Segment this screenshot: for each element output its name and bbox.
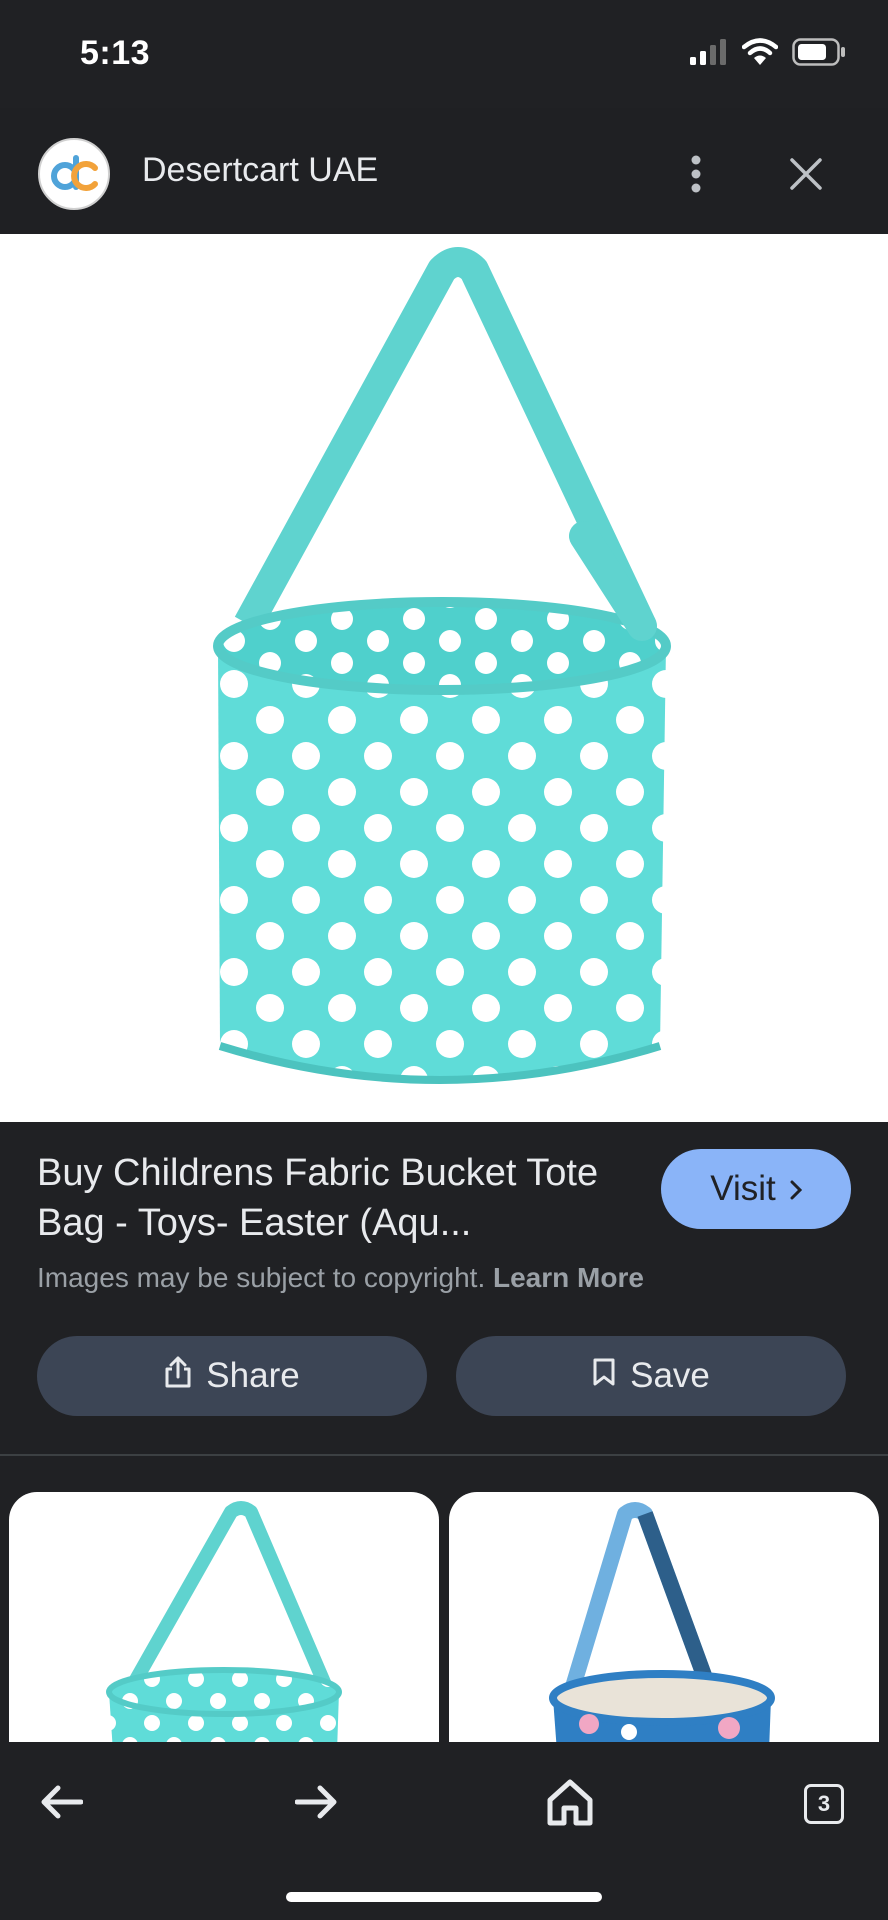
tabs-button[interactable]: 3 — [792, 1772, 856, 1836]
save-button[interactable]: Save — [456, 1336, 846, 1416]
chevron-right-icon — [790, 1169, 802, 1209]
forward-button[interactable] — [284, 1772, 348, 1836]
learn-more-link[interactable]: Learn More — [493, 1262, 644, 1293]
result-title[interactable]: Buy Childrens Fabric Bucket Tote Bag - T… — [37, 1148, 627, 1248]
share-icon — [164, 1355, 192, 1398]
back-arrow-icon — [41, 1785, 84, 1824]
site-header: Desertcart UAE — [0, 108, 888, 234]
status-time: 5:13 — [80, 34, 151, 72]
share-label: Share — [206, 1356, 300, 1395]
more-vert-icon — [690, 154, 702, 199]
site-logo[interactable] — [38, 138, 110, 210]
forward-arrow-icon — [294, 1785, 337, 1824]
battery-icon — [792, 38, 846, 71]
related-image-card[interactable] — [449, 1492, 879, 1742]
status-bar: 5:13 — [0, 0, 888, 108]
home-indicator[interactable] — [286, 1892, 602, 1902]
close-icon — [789, 157, 823, 196]
back-button[interactable] — [30, 1772, 94, 1836]
divider — [0, 1454, 888, 1456]
cellular-signal-icon — [690, 39, 728, 70]
close-button[interactable] — [782, 152, 830, 200]
wifi-icon — [741, 38, 779, 71]
status-icons — [690, 38, 846, 71]
bookmark-icon — [592, 1356, 616, 1396]
share-button[interactable]: Share — [37, 1336, 427, 1416]
visit-button[interactable]: Visit — [661, 1149, 851, 1229]
visit-label: Visit — [710, 1169, 776, 1208]
related-image-card[interactable] — [9, 1492, 439, 1742]
site-name[interactable]: Desertcart UAE — [142, 151, 378, 190]
tabs-icon: 3 — [804, 1784, 844, 1824]
copyright-notice: Images may be subject to copyright. Lear… — [37, 1262, 644, 1294]
home-icon — [546, 1778, 594, 1831]
home-button[interactable] — [538, 1772, 602, 1836]
product-image[interactable] — [0, 234, 888, 1122]
copyright-text: Images may be subject to copyright. — [37, 1262, 486, 1293]
save-label: Save — [630, 1356, 710, 1395]
more-options-button[interactable] — [672, 152, 720, 200]
